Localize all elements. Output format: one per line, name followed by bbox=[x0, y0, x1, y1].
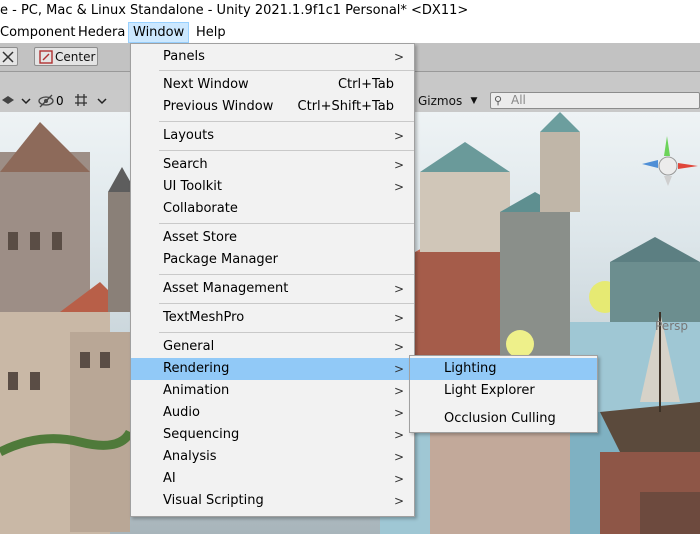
menu-separator bbox=[159, 274, 414, 275]
chevron-right-icon: > bbox=[393, 311, 404, 325]
chevron-right-icon: > bbox=[393, 282, 404, 296]
chevron-right-icon: > bbox=[393, 362, 404, 376]
gizmo-z-axis[interactable] bbox=[642, 160, 658, 168]
chevron-right-icon: > bbox=[393, 340, 404, 354]
draw-mode-button[interactable] bbox=[0, 92, 34, 110]
projection-label[interactable]: Persp bbox=[655, 319, 688, 333]
menu-item-search[interactable]: Search > bbox=[131, 154, 414, 176]
chevron-right-icon: > bbox=[393, 428, 404, 442]
hidden-objects-count: 0 bbox=[56, 94, 64, 108]
chevron-right-icon: > bbox=[393, 129, 404, 143]
menu-separator bbox=[159, 303, 414, 304]
visibility-icon bbox=[38, 94, 54, 108]
chevron-right-icon: > bbox=[393, 384, 404, 398]
menu-item-next-window[interactable]: Next Window Ctrl+Tab bbox=[131, 74, 414, 96]
menu-item-panels[interactable]: Panels > bbox=[131, 46, 414, 68]
grid-icon bbox=[75, 94, 107, 106]
menu-separator bbox=[159, 70, 414, 71]
hidden-objects-toggle[interactable]: 0 bbox=[38, 92, 66, 110]
menu-help[interactable]: Help bbox=[192, 22, 230, 43]
scene-orientation-gizmo[interactable] bbox=[640, 134, 700, 194]
gizmo-x-axis[interactable] bbox=[678, 163, 698, 169]
shortcut-label: Ctrl+Shift+Tab bbox=[297, 99, 394, 114]
menu-separator bbox=[159, 150, 414, 151]
gizmos-dropdown[interactable]: ▼ bbox=[466, 91, 482, 111]
menu-item-layouts[interactable]: Layouts > bbox=[131, 125, 414, 147]
menu-item-asset-management[interactable]: Asset Management > bbox=[131, 278, 414, 300]
menu-item-textmeshpro[interactable]: TextMeshPro > bbox=[131, 307, 414, 329]
scene-search-input[interactable]: ⚲ All bbox=[490, 92, 700, 109]
menu-hedera[interactable]: Hedera bbox=[74, 22, 129, 43]
menu-window[interactable]: Window bbox=[128, 22, 190, 43]
grid-toggle[interactable] bbox=[72, 92, 112, 110]
menu-item-ai[interactable]: AI > bbox=[131, 468, 414, 490]
shortcut-label: Ctrl+Tab bbox=[337, 77, 394, 92]
menu-item-sequencing[interactable]: Sequencing > bbox=[131, 424, 414, 446]
chevron-right-icon: > bbox=[393, 158, 404, 172]
gizmo-y-axis[interactable] bbox=[664, 136, 670, 156]
menu-item-package-manager[interactable]: Package Manager bbox=[131, 249, 414, 271]
menu-separator bbox=[159, 121, 414, 122]
menu-item-general[interactable]: General > bbox=[131, 336, 414, 358]
search-placeholder: All bbox=[511, 93, 526, 107]
menu-item-collaborate[interactable]: Collaborate bbox=[131, 198, 414, 220]
submenu-item-light-explorer[interactable]: Light Explorer bbox=[410, 380, 597, 402]
submenu-item-occlusion-culling[interactable]: Occlusion Culling bbox=[410, 408, 597, 430]
menu-item-ui-toolkit[interactable]: UI Toolkit > bbox=[131, 176, 414, 198]
pivot-center-button[interactable]: Center bbox=[34, 47, 98, 66]
transform-tool-button[interactable] bbox=[0, 47, 18, 66]
move-tool-icon bbox=[2, 51, 14, 63]
chevron-right-icon: > bbox=[393, 180, 404, 194]
pivot-center-label: Center bbox=[55, 50, 96, 64]
menu-item-animation[interactable]: Animation > bbox=[131, 380, 414, 402]
chevron-right-icon: > bbox=[393, 472, 404, 486]
window-title-bar: e - PC, Mac & Linux Standalone - Unity 2… bbox=[0, 0, 700, 22]
chevron-right-icon: > bbox=[393, 50, 404, 64]
menu-separator bbox=[159, 332, 414, 333]
chevron-right-icon: > bbox=[393, 406, 404, 420]
menu-item-analysis[interactable]: Analysis > bbox=[131, 446, 414, 468]
gizmo-center[interactable] bbox=[658, 156, 678, 176]
chevron-right-icon: > bbox=[393, 494, 404, 508]
menu-component[interactable]: Component bbox=[0, 22, 79, 43]
menu-separator bbox=[159, 223, 414, 224]
window-title: e - PC, Mac & Linux Standalone - Unity 2… bbox=[0, 3, 469, 18]
menu-item-visual-scripting[interactable]: Visual Scripting > bbox=[131, 490, 414, 512]
menu-item-rendering[interactable]: Rendering > bbox=[131, 358, 414, 380]
pivot-icon bbox=[39, 50, 53, 64]
window-menu-dropdown: Panels > Next Window Ctrl+Tab Previous Win… bbox=[130, 43, 415, 517]
gizmos-button[interactable]: Gizmos bbox=[414, 91, 466, 111]
rendering-submenu: Lighting Light Explorer Occlusion Cullin… bbox=[409, 355, 598, 433]
menu-item-asset-store[interactable]: Asset Store bbox=[131, 227, 414, 249]
menu-item-previous-window[interactable]: Previous Window Ctrl+Shift+Tab bbox=[131, 96, 414, 118]
menu-item-audio[interactable]: Audio > bbox=[131, 402, 414, 424]
submenu-item-lighting[interactable]: Lighting bbox=[410, 358, 597, 380]
layers-icon bbox=[2, 96, 31, 105]
chevron-right-icon: > bbox=[393, 450, 404, 464]
search-icon: ⚲ bbox=[494, 94, 503, 107]
menu-bar: Component Hedera Window Help bbox=[0, 22, 700, 43]
